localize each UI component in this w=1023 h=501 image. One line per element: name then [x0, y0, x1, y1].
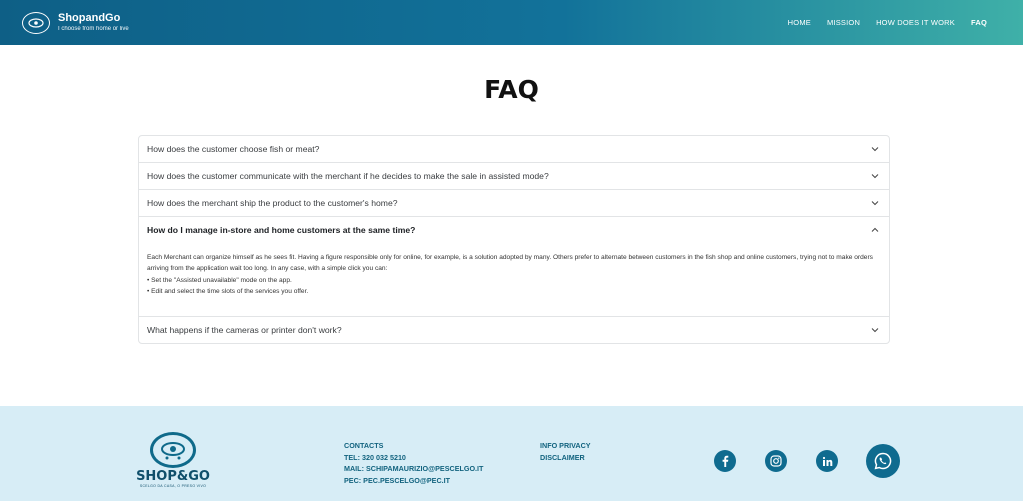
- contact-mail[interactable]: MAIL: SCHIPAMAURIZIO@PESCELGO.IT: [344, 463, 483, 475]
- nav-home[interactable]: HOME: [788, 18, 811, 27]
- faq-accordion: How does the customer choose fish or mea…: [138, 135, 890, 344]
- chevron-down-icon: [871, 326, 879, 334]
- faq-answer-bullet: • Set the "Assisted unavailable" mode on…: [147, 276, 292, 284]
- footer-contacts: CONTACTS TEL: 320 032 5210 MAIL: SCHIPAM…: [344, 440, 483, 486]
- footer-logo[interactable]: SHOP&GO SCELGO DA CASA, O PRESO VIVO: [136, 432, 210, 492]
- footer-logo-word: SHOP&GO: [136, 469, 210, 484]
- site-header: ShopandGo I choose from home or live HOM…: [0, 0, 1023, 45]
- contact-pec[interactable]: PEC: PEC.PESCELGO@PEC.IT: [344, 475, 483, 487]
- linkedin-icon[interactable]: [816, 450, 838, 472]
- faq-answer-paragraph: Each Merchant can organize himself as he…: [147, 254, 873, 273]
- faq-item: How does the customer choose fish or mea…: [139, 136, 889, 163]
- contacts-heading: CONTACTS: [344, 441, 384, 450]
- brand-tagline: I choose from home or live: [58, 26, 129, 32]
- page-title: FAQ: [484, 75, 539, 104]
- footer-logo-tagline: SCELGO DA CASA, O PRESO VIVO: [139, 484, 207, 488]
- nav-mission[interactable]: MISSION: [827, 18, 860, 27]
- faq-question-toggle[interactable]: How does the customer communicate with t…: [139, 163, 889, 189]
- faq-question-text: How does the customer choose fish or mea…: [147, 144, 320, 154]
- nav-faq[interactable]: FAQ: [971, 18, 987, 27]
- faq-answer-bullet: • Edit and select the time slots of the …: [147, 288, 309, 296]
- faq-question-toggle[interactable]: How does the merchant ship the product t…: [139, 190, 889, 216]
- whatsapp-icon[interactable]: [866, 444, 900, 478]
- chevron-up-icon: [871, 226, 879, 234]
- faq-question-text: What happens if the cameras or printer d…: [147, 324, 342, 335]
- faq-item: What happens if the cameras or printer d…: [139, 317, 889, 343]
- shop-logo-icon: [22, 11, 50, 34]
- facebook-icon[interactable]: [714, 450, 736, 472]
- footer-legal: INFO PRIVACY DISCLAIMER: [540, 440, 591, 463]
- brand[interactable]: ShopandGo I choose from home or live: [22, 11, 129, 34]
- main-nav: HOME MISSION HOW DOES IT WORK FAQ: [788, 18, 987, 27]
- faq-item: How does the merchant ship the product t…: [139, 190, 889, 217]
- site-footer: SHOP&GO SCELGO DA CASA, O PRESO VIVO CON…: [0, 406, 1023, 501]
- faq-question-toggle[interactable]: How do I manage in-store and home custom…: [139, 217, 889, 242]
- faq-question-toggle[interactable]: What happens if the cameras or printer d…: [139, 317, 889, 343]
- chevron-down-icon: [871, 172, 879, 180]
- faq-question-toggle[interactable]: How does the customer choose fish or mea…: [139, 136, 889, 162]
- faq-item-expanded: How do I manage in-store and home custom…: [139, 217, 889, 317]
- chevron-down-icon: [871, 145, 879, 153]
- chevron-down-icon: [871, 199, 879, 207]
- faq-item: How does the customer communicate with t…: [139, 163, 889, 190]
- contact-tel[interactable]: TEL: 320 032 5210: [344, 452, 483, 464]
- faq-question-text: How do I manage in-store and home custom…: [147, 224, 416, 235]
- eye-cart-icon: [150, 432, 196, 468]
- disclaimer-link[interactable]: DISCLAIMER: [540, 452, 591, 464]
- faq-question-text: How does the merchant ship the product t…: [147, 198, 398, 208]
- instagram-icon[interactable]: [765, 450, 787, 472]
- info-privacy-link[interactable]: INFO PRIVACY: [540, 440, 591, 452]
- brand-name: ShopandGo: [58, 12, 121, 24]
- faq-question-text: How does the customer communicate with t…: [147, 171, 549, 181]
- nav-how-does-it-work[interactable]: HOW DOES IT WORK: [876, 18, 955, 27]
- faq-answer: Each Merchant can organize himself as he…: [139, 242, 889, 316]
